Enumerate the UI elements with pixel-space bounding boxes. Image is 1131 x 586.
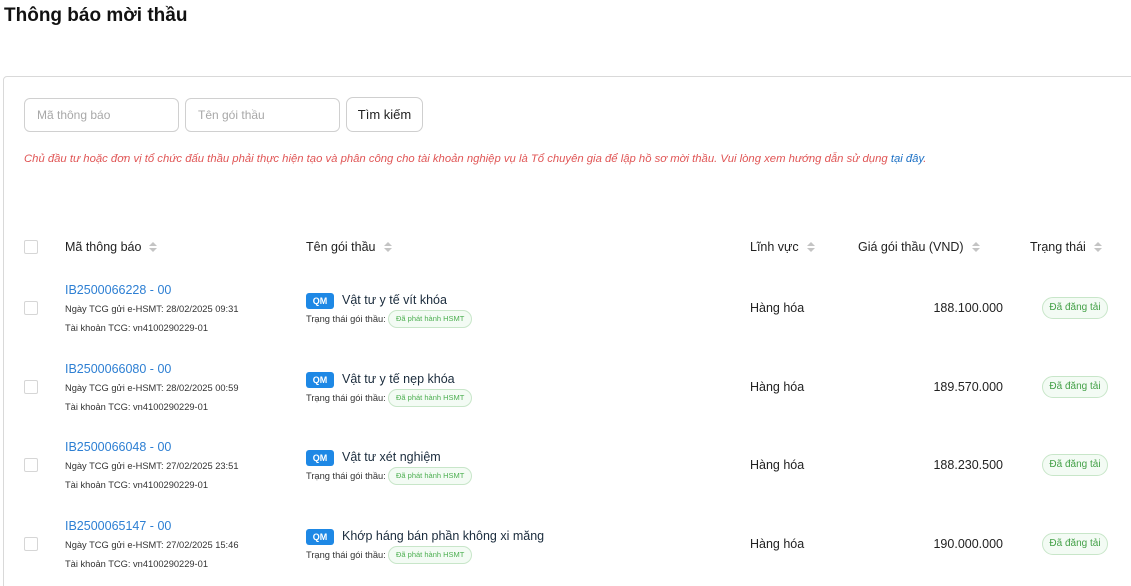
- package-name-link[interactable]: Vật tư xét nghiệm: [342, 450, 441, 464]
- package-status-label: Trạng thái gói thầu:: [306, 471, 386, 481]
- field-cell: Hàng hóa: [750, 458, 805, 472]
- guide-link[interactable]: tại đây: [891, 153, 923, 165]
- sort-icon[interactable]: [149, 242, 158, 252]
- notice-code-link[interactable]: IB2500065147 - 00: [65, 519, 171, 533]
- table-row[interactable]: IB2500066048 - 00 Ngày TCG gửi e-HSMT: 2…: [4, 440, 1131, 518]
- sort-icon[interactable]: [806, 242, 815, 252]
- results-panel: Tìm kiếm Chủ đầu tư hoặc đơn vị tổ chức …: [3, 76, 1131, 586]
- page-title: Thông báo mời thầu: [4, 5, 188, 26]
- column-label-field: Lĩnh vực: [750, 240, 799, 254]
- price-cell: 189.570.000: [933, 380, 1003, 394]
- sort-icon[interactable]: [971, 242, 980, 252]
- column-label-status: Trạng thái: [1030, 240, 1086, 254]
- qm-tag: QM: [306, 450, 334, 466]
- search-button[interactable]: Tìm kiếm: [346, 97, 423, 132]
- account: Tài khoản TCG: vn4100290229-01: [65, 480, 208, 490]
- row-checkbox[interactable]: [24, 301, 38, 315]
- column-header-status[interactable]: Trạng thái: [1030, 240, 1102, 254]
- field-cell: Hàng hóa: [750, 301, 805, 315]
- package-status-badge: Đã phát hành HSMT: [388, 467, 473, 485]
- notice-code-link[interactable]: IB2500066080 - 00: [65, 362, 171, 376]
- notice-code-link[interactable]: IB2500066228 - 00: [65, 283, 171, 297]
- package-name-link[interactable]: Vật tư y tế nẹp khóa: [342, 372, 455, 386]
- row-checkbox[interactable]: [24, 380, 38, 394]
- package-status-badge: Đã phát hành HSMT: [388, 310, 473, 328]
- status-badge: Đã đăng tải: [1042, 297, 1108, 319]
- sent-date: Ngày TCG gửi e-HSMT: 28/02/2025 09:31: [65, 304, 239, 314]
- package-status-badge: Đã phát hành HSMT: [388, 389, 473, 407]
- account: Tài khoản TCG: vn4100290229-01: [65, 323, 208, 333]
- notice-text: Chủ đầu tư hoặc đơn vị tổ chức đấu thầu …: [24, 153, 891, 165]
- sent-date: Ngày TCG gửi e-HSMT: 28/02/2025 00:59: [65, 383, 239, 393]
- table-row[interactable]: IB2500066080 - 00 Ngày TCG gửi e-HSMT: 2…: [4, 362, 1131, 440]
- qm-tag: QM: [306, 293, 334, 309]
- status-badge: Đã đăng tải: [1042, 533, 1108, 555]
- package-status-label: Trạng thái gói thầu:: [306, 550, 386, 560]
- sent-date: Ngày TCG gửi e-HSMT: 27/02/2025 15:46: [65, 540, 239, 550]
- row-checkbox[interactable]: [24, 458, 38, 472]
- package-name-link[interactable]: Khớp háng bán phần không xi măng: [342, 529, 544, 543]
- column-label-code: Mã thông báo: [65, 240, 142, 254]
- field-cell: Hàng hóa: [750, 380, 805, 394]
- sent-date: Ngày TCG gửi e-HSMT: 27/02/2025 23:51: [65, 461, 239, 471]
- qm-tag: QM: [306, 372, 334, 388]
- column-header-name[interactable]: Tên gói thầu: [306, 240, 392, 254]
- select-all-checkbox[interactable]: [24, 240, 38, 254]
- field-cell: Hàng hóa: [750, 537, 805, 551]
- column-header-code[interactable]: Mã thông báo: [65, 240, 158, 254]
- guidance-notice: Chủ đầu tư hoặc đơn vị tổ chức đấu thầu …: [24, 153, 926, 165]
- package-name-input[interactable]: [185, 98, 340, 132]
- account: Tài khoản TCG: vn4100290229-01: [65, 559, 208, 569]
- notice-end: .: [923, 153, 927, 165]
- package-name-link[interactable]: Vật tư y tế vít khóa: [342, 293, 447, 307]
- table-row[interactable]: IB2500066228 - 00 Ngày TCG gửi e-HSMT: 2…: [4, 283, 1131, 361]
- column-header-field[interactable]: Lĩnh vực: [750, 240, 815, 254]
- package-status-label: Trạng thái gói thầu:: [306, 314, 386, 324]
- package-status-label: Trạng thái gói thầu:: [306, 393, 386, 403]
- sort-icon[interactable]: [1093, 242, 1102, 252]
- account: Tài khoản TCG: vn4100290229-01: [65, 402, 208, 412]
- row-checkbox[interactable]: [24, 537, 38, 551]
- notice-code-input[interactable]: [24, 98, 179, 132]
- package-status-badge: Đã phát hành HSMT: [388, 546, 473, 564]
- price-cell: 190.000.000: [933, 537, 1003, 551]
- sort-icon[interactable]: [383, 242, 392, 252]
- qm-tag: QM: [306, 529, 334, 545]
- price-cell: 188.100.000: [933, 301, 1003, 315]
- price-cell: 188.230.500: [933, 458, 1003, 472]
- column-label-price: Giá gói thầu (VND): [858, 240, 964, 254]
- table-row[interactable]: IB2500065147 - 00 Ngày TCG gửi e-HSMT: 2…: [4, 519, 1131, 586]
- status-badge: Đã đăng tải: [1042, 376, 1108, 398]
- status-badge: Đã đăng tải: [1042, 454, 1108, 476]
- notice-code-link[interactable]: IB2500066048 - 00: [65, 440, 171, 454]
- column-header-price[interactable]: Giá gói thầu (VND): [858, 240, 980, 254]
- column-label-name: Tên gói thầu: [306, 240, 376, 254]
